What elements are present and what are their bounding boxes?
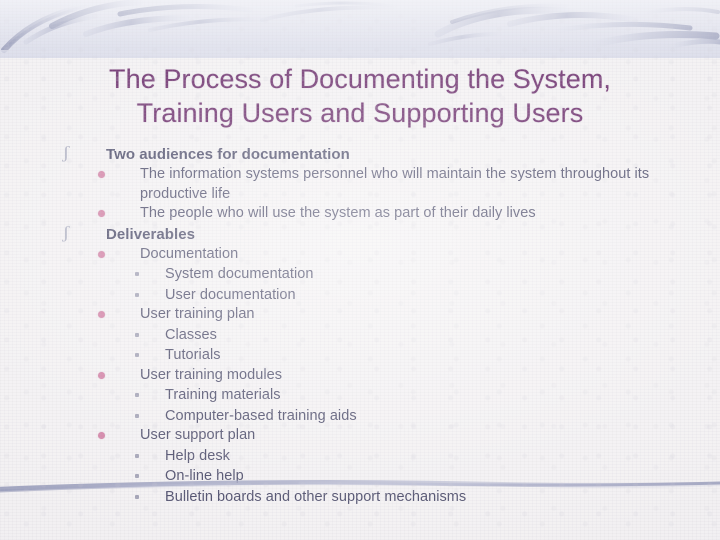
outline-item-level-1: ʃ Two audiences for documentation bbox=[62, 144, 712, 165]
outline-item-level-2: User support plan bbox=[62, 426, 712, 446]
outline-item-level-3: On-line help bbox=[62, 466, 712, 487]
outline-item-level-2: User training plan bbox=[62, 305, 712, 325]
outline-item-text: Tutorials bbox=[165, 347, 221, 363]
outline-item-text: Documentation bbox=[140, 245, 239, 262]
outline-item-level-2: The people who will use the system as pa… bbox=[62, 204, 712, 224]
slide-title-line-1: The Process of Documenting the System, bbox=[108, 64, 612, 94]
outline-item-text: User training modules bbox=[140, 366, 283, 383]
outline-item-level-3: Tutorials bbox=[62, 345, 712, 366]
outline-item-level-3: Computer-based training aids bbox=[62, 406, 712, 427]
header-swoosh-graphic bbox=[1, 0, 720, 53]
outline-item-text: System documentation bbox=[165, 266, 314, 282]
arc-bullet-icon: ʃ bbox=[62, 143, 70, 162]
outline-item-level-3: System documentation bbox=[62, 264, 712, 285]
square-bullet-icon bbox=[135, 332, 139, 337]
dot-bullet-icon bbox=[98, 311, 105, 318]
outline-item-level-2: Documentation bbox=[62, 245, 712, 265]
outline-item-level-3: Bulletin boards and other support mechan… bbox=[62, 487, 712, 508]
outline-item-level-3: Classes bbox=[62, 325, 712, 346]
slide-body-outline: ʃ Two audiences for documentation The info… bbox=[62, 144, 712, 507]
dot-bullet-icon bbox=[98, 371, 105, 379]
arc-bullet-icon: ʃ bbox=[62, 222, 70, 242]
slide-title-line-2: Training Users and Supporting Users bbox=[136, 98, 584, 128]
outline-item-level-3: Help desk bbox=[62, 446, 712, 467]
outline-item-text: User support plan bbox=[140, 427, 256, 443]
square-bullet-icon bbox=[135, 413, 139, 418]
square-bullet-icon bbox=[135, 494, 139, 499]
outline-item-text: User training plan bbox=[140, 306, 255, 322]
outline-item-text: The information systems personnel who wi… bbox=[140, 166, 650, 202]
outline-item-text: Deliverables bbox=[106, 225, 195, 243]
outline-item-text: Classes bbox=[165, 326, 217, 343]
outline-item-text: Help desk bbox=[165, 447, 230, 464]
square-bullet-icon bbox=[135, 474, 139, 478]
outline-item-level-3: User documentation bbox=[62, 285, 712, 306]
outline-item-level-1: ʃ Deliverables bbox=[62, 224, 712, 245]
dot-bullet-icon bbox=[98, 210, 105, 217]
square-bullet-icon bbox=[135, 453, 139, 458]
outline-item-text: The people who will use the system as pa… bbox=[140, 205, 536, 221]
square-bullet-icon bbox=[135, 393, 139, 397]
square-bullet-icon bbox=[135, 292, 139, 297]
slide-title: The Process of Documenting the System, T… bbox=[24, 62, 696, 130]
outline-item-text: Training materials bbox=[165, 387, 281, 403]
outline-item-level-2: User training modules bbox=[62, 366, 712, 386]
outline-item-text: Bulletin boards and other support mechan… bbox=[165, 488, 467, 505]
dot-bullet-icon bbox=[98, 171, 105, 178]
outline-item-level-2: The information systems personnel who wi… bbox=[62, 165, 712, 204]
presentation-slide: The Process of Documenting the System, T… bbox=[0, 0, 720, 540]
outline-item-level-3: Training materials bbox=[62, 385, 712, 406]
square-bullet-icon bbox=[135, 272, 139, 276]
outline-item-text: Two audiences for documentation bbox=[106, 146, 350, 163]
square-bullet-icon bbox=[135, 353, 139, 357]
dot-bullet-icon bbox=[98, 250, 105, 258]
outline-item-text: User documentation bbox=[165, 286, 296, 303]
dot-bullet-icon bbox=[98, 432, 105, 439]
outline-item-text: On-line help bbox=[165, 468, 244, 484]
outline-item-text: Computer-based training aids bbox=[165, 407, 357, 424]
slide-header-decoration bbox=[0, 0, 720, 58]
